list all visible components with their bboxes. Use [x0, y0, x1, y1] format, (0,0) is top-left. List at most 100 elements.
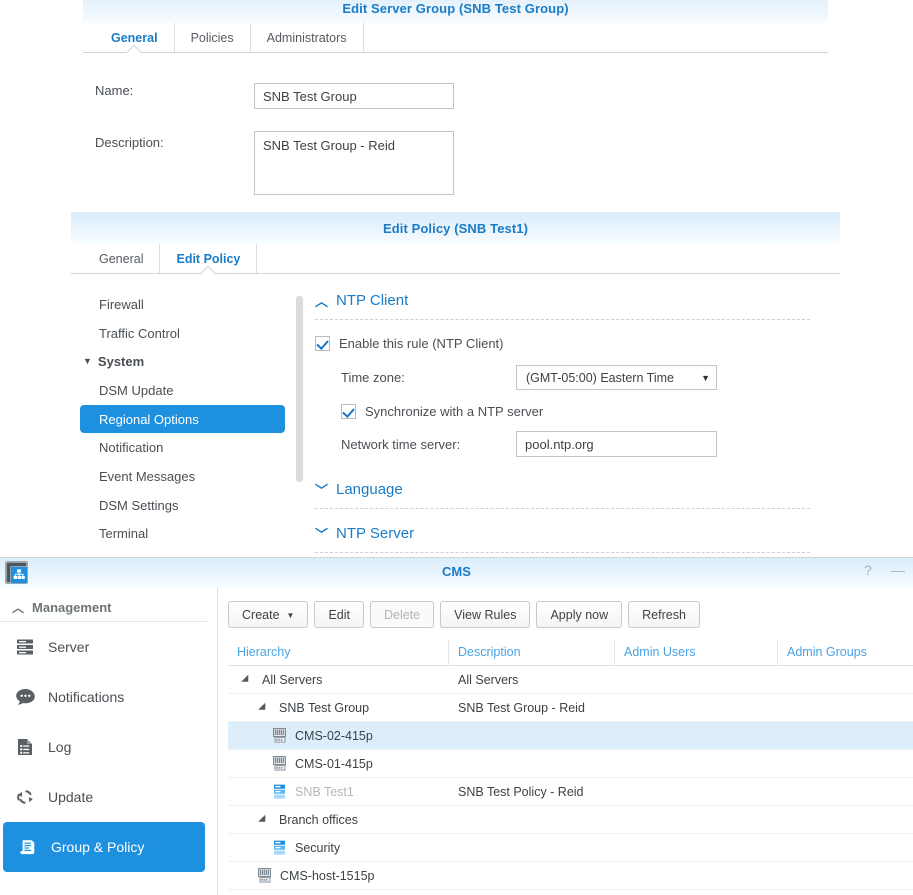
nav-item-dsm-settings[interactable]: DSM Settings [71, 491, 297, 520]
nav-item-regional-options[interactable]: Regional Options [80, 404, 285, 434]
divider [315, 508, 810, 509]
nav-item-terminal[interactable]: Terminal [71, 520, 297, 549]
row-admin-groups [778, 862, 913, 889]
minimize-icon[interactable]: — [891, 562, 905, 578]
edit-policy-tabs: General Edit Policy [71, 244, 840, 274]
name-field[interactable] [254, 83, 454, 109]
create-button[interactable]: Create ▼ [228, 601, 309, 628]
tab-policy-general[interactable]: General [83, 244, 161, 273]
chevron-down-icon: ▼ [701, 372, 710, 383]
nav-item-event-messages[interactable]: Event Messages [71, 462, 297, 491]
table-row[interactable]: All Servers All Servers [228, 666, 913, 694]
row-name: CMS-02-415p [295, 728, 373, 743]
column-header-description[interactable]: Description [449, 639, 615, 665]
description-field[interactable]: SNB Test Group - Reid [254, 131, 454, 195]
sidebar-item-update-label: Update [48, 789, 94, 805]
table-row[interactable]: SNB Test Group SNB Test Group - Reid [228, 694, 913, 722]
edit-server-group-tabs: General Policies Administrators [83, 23, 828, 53]
edit-policy-title: Edit Policy (SNB Test1) [382, 221, 529, 236]
caret-down-icon: ▼ [83, 356, 92, 367]
timezone-value: (GMT-05:00) Eastern Time [526, 370, 674, 385]
policy-icon [272, 783, 292, 800]
row-description: All Servers [458, 672, 519, 687]
sidebar-item-log[interactable]: Log [0, 722, 217, 772]
chevron-down-icon: ﹀ [315, 482, 329, 498]
twisty-expanded-icon[interactable] [240, 674, 252, 685]
table-row[interactable]: CMS-02-415p [228, 722, 913, 750]
row-admin-groups [778, 694, 913, 721]
table-row[interactable]: CMS-host-1515p [228, 862, 913, 890]
chevron-up-icon: ︿ [315, 293, 329, 309]
table-row[interactable]: CMS-01-415p [228, 750, 913, 778]
row-name: SNB Test Group [279, 700, 370, 715]
sync-ntp-checkbox[interactable] [341, 404, 356, 419]
sidebar-section-label: Management [32, 600, 112, 615]
sidebar-item-group-policy-label: Group & Policy [51, 839, 145, 855]
help-icon[interactable]: ? [861, 562, 875, 578]
hierarchy-grid: Hierarchy Description Admin Users Admin … [228, 639, 913, 890]
column-header-admin-groups[interactable]: Admin Groups [778, 639, 913, 665]
row-admin-groups [778, 666, 913, 693]
row-admin-groups [778, 806, 913, 833]
section-language[interactable]: ﹀ Language [297, 477, 840, 501]
row-description: SNB Test Group - Reid [458, 700, 585, 715]
timezone-select[interactable]: (GMT-05:00) Eastern Time ▼ [516, 365, 717, 390]
sidebar-item-group-policy[interactable]: Group & Policy [3, 822, 205, 872]
enable-rule-row[interactable]: Enable this rule (NTP Client) [315, 336, 840, 351]
sidebar-item-log-label: Log [48, 739, 72, 755]
edit-button[interactable]: Edit [314, 601, 364, 628]
table-row[interactable]: Branch offices [228, 806, 913, 834]
cms-window-controls: ? — [861, 562, 905, 578]
sync-ntp-row[interactable]: Synchronize with a NTP server [341, 404, 840, 419]
tab-policies[interactable]: Policies [175, 23, 251, 52]
column-header-hierarchy[interactable]: Hierarchy [228, 639, 449, 665]
sidebar-item-notifications[interactable]: Notifications [0, 672, 217, 722]
network-time-server-field[interactable] [516, 431, 717, 457]
network-time-server-row: Network time server: [341, 431, 840, 457]
row-admin-groups [778, 834, 913, 861]
network-time-server-label: Network time server: [341, 436, 461, 452]
tab-administrators[interactable]: Administrators [251, 23, 364, 52]
screen: Edit Server Group (SNB Test Group) Gener… [0, 0, 913, 895]
row-name: Branch offices [279, 812, 358, 827]
chevron-up-icon: ︿ [12, 601, 25, 615]
server-icon [10, 634, 40, 660]
row-name: SNB Test1 [295, 784, 354, 799]
enable-rule-checkbox[interactable] [315, 336, 330, 351]
edit-server-group-titlebar: Edit Server Group (SNB Test Group) [83, 0, 828, 23]
refresh-button[interactable]: Refresh [628, 601, 700, 628]
section-ntp-server[interactable]: ﹀ NTP Server [297, 521, 840, 545]
view-rules-button[interactable]: View Rules [440, 601, 531, 628]
row-admin-users [615, 834, 778, 861]
nav-item-dsm-update[interactable]: DSM Update [71, 376, 297, 405]
chevron-down-icon: ▼ [286, 611, 295, 620]
twisty-expanded-icon[interactable] [257, 702, 269, 713]
speech-bubble-icon [10, 684, 40, 710]
sync-ntp-label: Synchronize with a NTP server [365, 404, 544, 419]
sidebar-item-server[interactable]: Server [0, 622, 217, 672]
twisty-expanded-icon[interactable] [257, 814, 269, 825]
cms-content-panel: Create ▼ Edit Delete View Rules Apply no… [218, 588, 913, 895]
row-admin-users [615, 750, 778, 777]
column-header-admin-users[interactable]: Admin Users [615, 639, 778, 665]
sidebar-item-server-label: Server [48, 639, 90, 655]
sidebar-item-update[interactable]: Update [0, 772, 217, 822]
row-name: CMS-01-415p [295, 756, 373, 771]
tab-edit-policy[interactable]: Edit Policy [160, 244, 258, 273]
nav-item-firewall[interactable]: Firewall [71, 290, 297, 319]
divider [315, 319, 810, 320]
nav-item-notification[interactable]: Notification [71, 433, 297, 462]
row-admin-groups [778, 750, 913, 777]
nav-item-traffic-control[interactable]: Traffic Control [71, 319, 297, 348]
tab-general[interactable]: General [95, 23, 175, 52]
cms-toolbar: Create ▼ Edit Delete View Rules Apply no… [228, 588, 913, 628]
table-row[interactable]: Security [228, 834, 913, 862]
apply-now-button[interactable]: Apply now [536, 601, 623, 628]
row-description [449, 750, 615, 777]
row-description [449, 806, 615, 833]
section-ntp-client[interactable]: ︿ NTP Client [297, 288, 840, 312]
sidebar-section-management[interactable]: ︿ Management [0, 594, 207, 622]
cms-sidebar: ︿ Management Server Notifications Log Up… [0, 588, 225, 895]
table-row[interactable]: SNB Test1 SNB Test Policy - Reid [228, 778, 913, 806]
nav-group-system[interactable]: ▼ System [71, 347, 297, 376]
